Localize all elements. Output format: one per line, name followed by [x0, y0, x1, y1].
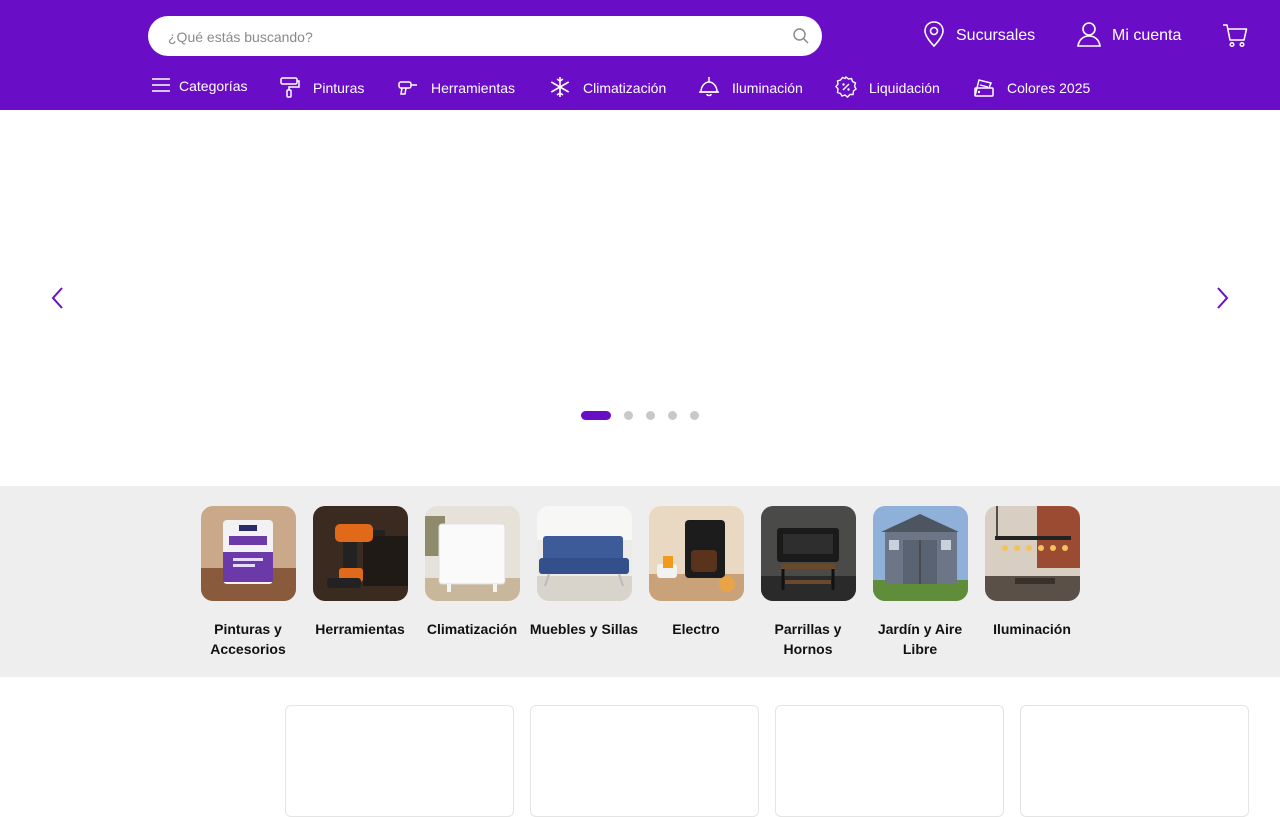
category-label: Electro [672, 621, 720, 637]
cart-button[interactable] [1222, 22, 1248, 53]
chevron-left-icon [46, 287, 70, 314]
coffee-maker-image [648, 506, 744, 601]
discount-badge-icon [835, 75, 869, 101]
category-label: Pinturas y Accesorios [210, 621, 286, 657]
nav-item-label: Climatización [583, 80, 667, 96]
ceiling-lamp-icon [698, 76, 732, 101]
account-label: Mi cuenta [1112, 27, 1182, 44]
carousel-dot[interactable] [581, 410, 611, 420]
nav-item-climatizacion[interactable]: Climatización [549, 74, 666, 102]
search-input[interactable] [166, 16, 770, 58]
category-climatizacion[interactable]: Climatización [416, 506, 528, 639]
drill-image [312, 506, 408, 601]
nav-item-label: Herramientas [431, 80, 516, 96]
category-label: Climatización [426, 621, 518, 637]
cart-icon [1222, 24, 1248, 52]
search-icon[interactable] [792, 27, 810, 50]
category-strip: Pinturas y Accesorios Herramientas Clima… [0, 486, 1280, 677]
heater-panel-image [424, 506, 520, 601]
paint-roller-icon [279, 76, 313, 101]
product-card[interactable] [1020, 705, 1249, 817]
nav-item-label: Liquidación [869, 80, 940, 96]
main-nav: Categorías Pinturas Herramientas Climati… [0, 72, 1280, 102]
carousel-dot[interactable] [624, 410, 633, 420]
category-label: Herramientas [315, 621, 405, 637]
category-label: Muebles y Sillas [529, 621, 639, 637]
search-bar[interactable] [148, 16, 822, 58]
nav-item-herramientas[interactable]: Herramientas [397, 74, 515, 102]
category-jardin[interactable]: Jardín y Aire Libre [864, 506, 976, 659]
nav-item-label: Pinturas [313, 80, 365, 96]
drill-icon [397, 76, 431, 101]
stores-label: Sucursales [956, 27, 1036, 44]
stores-link[interactable]: Sucursales [922, 20, 1035, 52]
category-pinturas[interactable]: Pinturas y Accesorios [192, 506, 304, 659]
snowflake-icon [549, 76, 583, 101]
carousel-prev-button[interactable] [46, 286, 70, 310]
carousel-dot[interactable] [668, 410, 677, 420]
nav-categories-label: Categorías [179, 78, 248, 94]
paint-bucket-image [200, 506, 296, 601]
category-parrillas[interactable]: Parrillas y Hornos [752, 506, 864, 659]
category-label: Jardín y Aire Libre [877, 621, 963, 657]
menu-icon [151, 77, 179, 96]
carousel-pagination [581, 410, 712, 420]
category-iluminacion[interactable]: Iluminación [976, 506, 1088, 639]
chevron-right-icon [1210, 287, 1234, 314]
category-electro[interactable]: Electro [640, 506, 752, 639]
category-label: Iluminación [993, 621, 1071, 637]
user-icon [1076, 20, 1112, 53]
product-card[interactable] [775, 705, 1004, 817]
product-card[interactable] [530, 705, 759, 817]
nav-item-label: Iluminación [732, 80, 803, 96]
location-pin-icon [922, 20, 956, 53]
carousel-dot[interactable] [646, 410, 655, 420]
product-card[interactable] [285, 705, 514, 817]
color-swatch-icon [973, 76, 1007, 101]
site-header: Sucursales Mi cuenta Categorías Pinturas [0, 0, 1280, 110]
category-herramientas[interactable]: Herramientas [304, 506, 416, 639]
nav-item-iluminacion[interactable]: Iluminación [698, 74, 803, 102]
category-muebles[interactable]: Muebles y Sillas [528, 506, 640, 639]
garden-shed-image [872, 506, 968, 601]
pendant-lamp-image [984, 506, 1080, 601]
category-label: Parrillas y Hornos [774, 621, 842, 657]
account-link[interactable]: Mi cuenta [1076, 20, 1181, 52]
carousel-dot[interactable] [690, 410, 699, 420]
nav-item-pinturas[interactable]: Pinturas [279, 74, 364, 102]
grill-image [760, 506, 856, 601]
nav-categories[interactable]: Categorías [151, 72, 247, 100]
nav-item-liquidacion[interactable]: Liquidación [835, 74, 940, 102]
hero-carousel [0, 110, 1280, 486]
nav-item-label: Colores 2025 [1007, 80, 1091, 96]
sofa-image [536, 506, 632, 601]
carousel-next-button[interactable] [1210, 286, 1234, 310]
nav-item-colores-2025[interactable]: Colores 2025 [973, 74, 1090, 102]
